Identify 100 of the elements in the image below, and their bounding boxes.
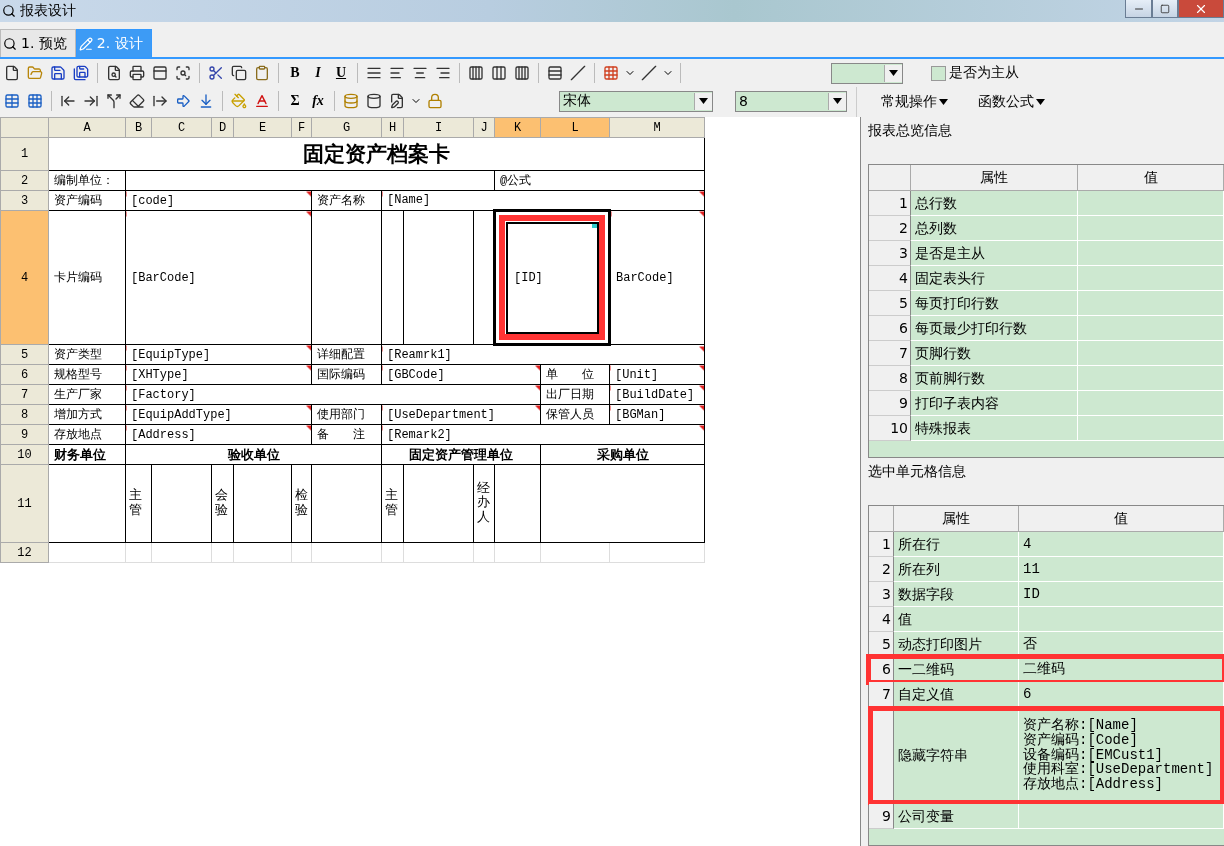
table-cell[interactable] bbox=[311, 464, 382, 543]
table-cell[interactable] bbox=[403, 464, 474, 543]
table-cell[interactable]: 生产厂家 bbox=[48, 384, 126, 405]
table-cell[interactable] bbox=[48, 464, 126, 543]
table-cell[interactable]: 存放地点 bbox=[48, 424, 126, 445]
table-cell[interactable]: 国际编码 bbox=[311, 364, 382, 385]
checkbox[interactable] bbox=[931, 65, 946, 81]
table-cell[interactable]: [BarCode] bbox=[125, 210, 312, 345]
table-cell[interactable]: 资产类型 bbox=[48, 344, 126, 365]
font-field[interactable]: 宋体 bbox=[559, 90, 713, 112]
menu-button[interactable]: 函数公式 bbox=[978, 93, 1045, 111]
table-cell[interactable] bbox=[311, 210, 382, 345]
row-header[interactable]: 3 bbox=[0, 190, 49, 211]
cell-border-icon[interactable] bbox=[601, 63, 621, 83]
table-cell[interactable]: [Address] bbox=[125, 424, 312, 445]
grid-icon[interactable] bbox=[25, 91, 45, 111]
table-cell[interactable]: [Factory] bbox=[125, 384, 541, 405]
table-cell[interactable]: 保管人员 bbox=[540, 404, 610, 425]
cylinder-icon[interactable] bbox=[364, 91, 384, 111]
row-header[interactable]: 4 bbox=[0, 210, 49, 345]
dropdown-field[interactable] bbox=[831, 62, 903, 84]
function-button[interactable]: fx bbox=[308, 91, 328, 111]
printer-icon[interactable] bbox=[127, 63, 147, 83]
table-cell[interactable]: 主管 bbox=[381, 464, 404, 543]
table-cell[interactable]: [BuildDate] bbox=[609, 384, 705, 405]
row-header[interactable]: 10 bbox=[0, 444, 49, 465]
row-header[interactable]: 11 bbox=[0, 464, 49, 543]
table-cell[interactable]: [Reamrk1] bbox=[381, 344, 705, 365]
column-header[interactable]: D bbox=[211, 117, 234, 138]
copy-icon[interactable] bbox=[229, 63, 249, 83]
report-title[interactable]: 固定资产档案卡 bbox=[48, 137, 705, 171]
column-header[interactable]: B bbox=[125, 117, 152, 138]
table-cell[interactable] bbox=[151, 464, 212, 543]
font-size-field[interactable]: 8 bbox=[735, 90, 847, 112]
table-cell[interactable]: [EquipType] bbox=[125, 344, 312, 365]
table-cell[interactable]: 财务单位 bbox=[48, 444, 126, 465]
table-cell[interactable]: [code] bbox=[125, 190, 312, 211]
table-cell[interactable]: 出厂日期 bbox=[540, 384, 610, 405]
column-header[interactable]: A bbox=[48, 117, 126, 138]
row-header[interactable]: 1 bbox=[0, 137, 49, 171]
row-header[interactable]: 8 bbox=[0, 404, 49, 425]
table-cell[interactable]: 单 位 bbox=[540, 364, 610, 385]
column-header[interactable]: C bbox=[151, 117, 212, 138]
row-header[interactable]: 6 bbox=[0, 364, 49, 385]
table-cell[interactable] bbox=[403, 210, 474, 345]
table-cell[interactable]: [XHType] bbox=[125, 364, 312, 385]
sheet-icon[interactable] bbox=[2, 91, 22, 111]
column-header[interactable]: F bbox=[291, 117, 312, 138]
table-cell[interactable]: 会验 bbox=[211, 464, 234, 543]
table-cell[interactable]: 卡片编码 bbox=[48, 210, 126, 345]
table-cell[interactable]: 增加方式 bbox=[48, 404, 126, 425]
row-header[interactable]: 5 bbox=[0, 344, 49, 365]
table-cell[interactable]: 固定资产管理单位 bbox=[381, 444, 541, 465]
row-header[interactable]: 2 bbox=[0, 170, 49, 191]
fill-color-icon[interactable] bbox=[229, 91, 249, 111]
table-cell[interactable]: 资产名称 bbox=[311, 190, 382, 211]
table-cell[interactable]: [EquipAddType] bbox=[125, 404, 312, 425]
page-setup-icon[interactable] bbox=[150, 63, 170, 83]
table-cell[interactable]: BarCode] bbox=[609, 210, 705, 345]
lock-icon[interactable] bbox=[425, 91, 445, 111]
line-style-icon[interactable] bbox=[639, 63, 659, 83]
table-cell[interactable]: [GBCode] bbox=[381, 364, 541, 385]
table-cell[interactable]: 经办人 bbox=[473, 464, 495, 543]
italic-button[interactable]: I bbox=[308, 63, 328, 83]
underline-button[interactable]: U bbox=[331, 63, 351, 83]
row-header[interactable]: 9 bbox=[0, 424, 49, 445]
eraser-icon[interactable] bbox=[127, 91, 147, 111]
table-cell[interactable]: 验收单位 bbox=[125, 444, 382, 465]
column-header[interactable]: M bbox=[609, 117, 705, 138]
table-cell[interactable]: 主管 bbox=[125, 464, 152, 543]
zoom-icon[interactable] bbox=[173, 63, 193, 83]
table-cell[interactable]: 采购单位 bbox=[540, 444, 705, 465]
table-cell[interactable]: [ID] bbox=[494, 210, 610, 345]
column-header[interactable]: I bbox=[403, 117, 474, 138]
column-header[interactable]: L bbox=[540, 117, 610, 138]
minimize-button[interactable] bbox=[1125, 0, 1152, 18]
table-cell[interactable]: [UseDepartment] bbox=[381, 404, 541, 425]
table-cell[interactable] bbox=[125, 170, 495, 191]
table-cell[interactable]: 备 注 bbox=[311, 424, 382, 445]
column-header[interactable]: K bbox=[494, 117, 541, 138]
sum-button[interactable]: Σ bbox=[285, 91, 305, 111]
table-cell[interactable]: [Unit] bbox=[609, 364, 705, 385]
save-icon[interactable] bbox=[48, 63, 68, 83]
table-cell[interactable]: [BGMan] bbox=[609, 404, 705, 425]
bold-button[interactable]: B bbox=[285, 63, 305, 83]
table-cell[interactable]: 检验 bbox=[291, 464, 312, 543]
table-cell[interactable] bbox=[494, 464, 541, 543]
column-header[interactable]: J bbox=[473, 117, 495, 138]
table-cell[interactable]: 规格型号 bbox=[48, 364, 126, 385]
tab[interactable]: 1. 预览 bbox=[0, 29, 76, 57]
menu-button[interactable]: 常规操作 bbox=[881, 93, 948, 111]
table-cell[interactable] bbox=[233, 464, 292, 543]
table-cell[interactable]: @公式 bbox=[494, 170, 705, 191]
row-header[interactable]: 12 bbox=[0, 542, 49, 563]
table-cell[interactable]: [Remark2] bbox=[381, 424, 705, 445]
save-all-icon[interactable] bbox=[71, 63, 91, 83]
table-cell[interactable]: 使用部门 bbox=[311, 404, 382, 425]
table-cell[interactable]: 编制单位： bbox=[48, 170, 126, 191]
table-cell[interactable] bbox=[381, 210, 404, 345]
column-header[interactable]: G bbox=[311, 117, 382, 138]
